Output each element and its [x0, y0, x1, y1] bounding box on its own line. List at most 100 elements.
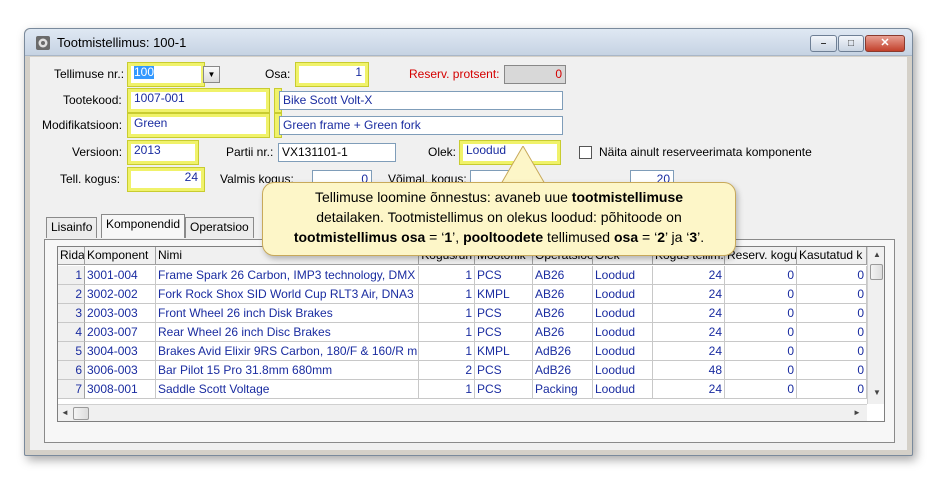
grid-vertical-scrollbar[interactable]: ▲ ▼	[867, 247, 884, 404]
cell-row-number[interactable]: 7	[58, 380, 85, 399]
cell-used-qty[interactable]: 0	[797, 323, 867, 342]
cell-row-number[interactable]: 4	[58, 323, 85, 342]
cell-used-qty[interactable]: 0	[797, 342, 867, 361]
grid-horizontal-scrollbar[interactable]: ◄ ►	[58, 404, 867, 421]
cell-unit[interactable]: KMPL	[475, 285, 533, 304]
product-name-field[interactable]: Bike Scott Volt-X	[279, 91, 563, 110]
cell-ordered-qty[interactable]: 24	[653, 304, 725, 323]
cell-reserved-qty[interactable]: 0	[725, 323, 797, 342]
cell-ordered-qty[interactable]: 24	[653, 323, 725, 342]
cell-ordered-qty[interactable]: 24	[653, 380, 725, 399]
cell-status[interactable]: Loodud	[593, 323, 653, 342]
modification-description-field[interactable]: Green frame + Green fork	[279, 116, 563, 135]
column-header-used-qty[interactable]: Kasutatud k	[797, 247, 867, 265]
cell-operation[interactable]: AdB26	[533, 342, 593, 361]
scroll-down-icon[interactable]: ▼	[873, 388, 881, 397]
cell-used-qty[interactable]: 0	[797, 304, 867, 323]
ordered-quantity-field[interactable]: 24	[128, 168, 204, 191]
column-header-reserved-qty[interactable]: Reserv. kogu	[725, 247, 797, 265]
cell-unit[interactable]: PCS	[475, 266, 533, 285]
cell-qty-per-unit[interactable]: 1	[419, 323, 475, 342]
cell-unit[interactable]: PCS	[475, 361, 533, 380]
cell-operation[interactable]: AB26	[533, 285, 593, 304]
cell-operation[interactable]: AB26	[533, 266, 593, 285]
cell-row-number[interactable]: 2	[58, 285, 85, 304]
batch-number-field[interactable]: VX131101-1	[278, 143, 396, 162]
cell-operation[interactable]: AB26	[533, 304, 593, 323]
cell-qty-per-unit[interactable]: 1	[419, 380, 475, 399]
version-field[interactable]: 2013	[128, 141, 198, 164]
cell-row-number[interactable]: 1	[58, 266, 85, 285]
cell-status[interactable]: Loodud	[593, 266, 653, 285]
tab-lisainfo[interactable]: Lisainfo	[46, 217, 98, 238]
cell-used-qty[interactable]: 0	[797, 266, 867, 285]
cell-operation[interactable]: AdB26	[533, 361, 593, 380]
cell-qty-per-unit[interactable]: 1	[419, 266, 475, 285]
cell-name[interactable]: Frame Spark 26 Carbon, IMP3 technology, …	[156, 266, 419, 285]
cell-used-qty[interactable]: 0	[797, 380, 867, 399]
cell-name[interactable]: Brakes Avid Elixir 9RS Carbon, 180/F & 1…	[156, 342, 419, 361]
cell-name[interactable]: Front Wheel 26 inch Disk Brakes	[156, 304, 419, 323]
cell-name[interactable]: Fork Rock Shox SID World Cup RLT3 Air, D…	[156, 285, 419, 304]
cell-unit[interactable]: PCS	[475, 323, 533, 342]
scroll-right-icon[interactable]: ►	[853, 408, 861, 417]
cell-unit[interactable]: PCS	[475, 304, 533, 323]
tab-komponendid[interactable]: Komponendid	[101, 214, 186, 238]
cell-component[interactable]: 3006-003	[85, 361, 156, 380]
column-header-component[interactable]: Komponent	[85, 247, 156, 265]
cell-ordered-qty[interactable]: 48	[653, 361, 725, 380]
cell-unit[interactable]: KMPL	[475, 342, 533, 361]
cell-reserved-qty[interactable]: 0	[725, 342, 797, 361]
cell-status[interactable]: Loodud	[593, 342, 653, 361]
cell-component[interactable]: 3001-004	[85, 266, 156, 285]
close-button[interactable]: ✕	[865, 35, 905, 52]
maximize-button[interactable]: □	[838, 35, 864, 52]
product-code-field[interactable]: 1007-001	[128, 89, 269, 112]
scroll-left-icon[interactable]: ◄	[61, 408, 69, 417]
cell-status[interactable]: Loodud	[593, 285, 653, 304]
modification-field[interactable]: Green	[128, 114, 269, 137]
cell-reserved-qty[interactable]: 0	[725, 285, 797, 304]
cell-ordered-qty[interactable]: 24	[653, 266, 725, 285]
part-field[interactable]: 1	[296, 63, 368, 86]
cell-used-qty[interactable]: 0	[797, 361, 867, 380]
cell-component[interactable]: 3008-001	[85, 380, 156, 399]
cell-qty-per-unit[interactable]: 2	[419, 361, 475, 380]
horizontal-scroll-thumb[interactable]	[73, 407, 89, 420]
cell-component[interactable]: 3004-003	[85, 342, 156, 361]
order-number-field[interactable]: 100	[128, 63, 204, 86]
cell-ordered-qty[interactable]: 24	[653, 342, 725, 361]
cell-name[interactable]: Saddle Scott Voltage	[156, 380, 419, 399]
cell-operation[interactable]: AB26	[533, 323, 593, 342]
cell-reserved-qty[interactable]: 0	[725, 304, 797, 323]
scroll-up-icon[interactable]: ▲	[873, 250, 881, 259]
unreserved-only-checkbox[interactable]	[579, 146, 592, 159]
cell-name[interactable]: Rear Wheel 26 inch Disc Brakes	[156, 323, 419, 342]
order-number-dropdown[interactable]: ▼	[203, 66, 220, 83]
cell-unit[interactable]: PCS	[475, 380, 533, 399]
column-header-row[interactable]: Rida	[58, 247, 85, 265]
minimize-button[interactable]: –	[810, 35, 837, 52]
cell-row-number[interactable]: 6	[58, 361, 85, 380]
cell-used-qty[interactable]: 0	[797, 285, 867, 304]
cell-operation[interactable]: Packing	[533, 380, 593, 399]
cell-status[interactable]: Loodud	[593, 361, 653, 380]
title-bar[interactable]: Tootmistellimus: 100-1 – □ ✕	[25, 29, 912, 56]
cell-qty-per-unit[interactable]: 1	[419, 304, 475, 323]
cell-component[interactable]: 3002-002	[85, 285, 156, 304]
cell-qty-per-unit[interactable]: 1	[419, 342, 475, 361]
cell-reserved-qty[interactable]: 0	[725, 380, 797, 399]
cell-ordered-qty[interactable]: 24	[653, 285, 725, 304]
cell-status[interactable]: Loodud	[593, 304, 653, 323]
cell-component[interactable]: 2003-003	[85, 304, 156, 323]
cell-row-number[interactable]: 3	[58, 304, 85, 323]
cell-reserved-qty[interactable]: 0	[725, 266, 797, 285]
cell-row-number[interactable]: 5	[58, 342, 85, 361]
cell-name[interactable]: Bar Pilot 15 Pro 31.8mm 680mm	[156, 361, 419, 380]
cell-component[interactable]: 2003-007	[85, 323, 156, 342]
cell-status[interactable]: Loodud	[593, 380, 653, 399]
tab-operatsioonid[interactable]: Operatsioo	[185, 217, 254, 238]
reserve-percent-field[interactable]: 0	[504, 65, 566, 84]
cell-qty-per-unit[interactable]: 1	[419, 285, 475, 304]
cell-reserved-qty[interactable]: 0	[725, 361, 797, 380]
